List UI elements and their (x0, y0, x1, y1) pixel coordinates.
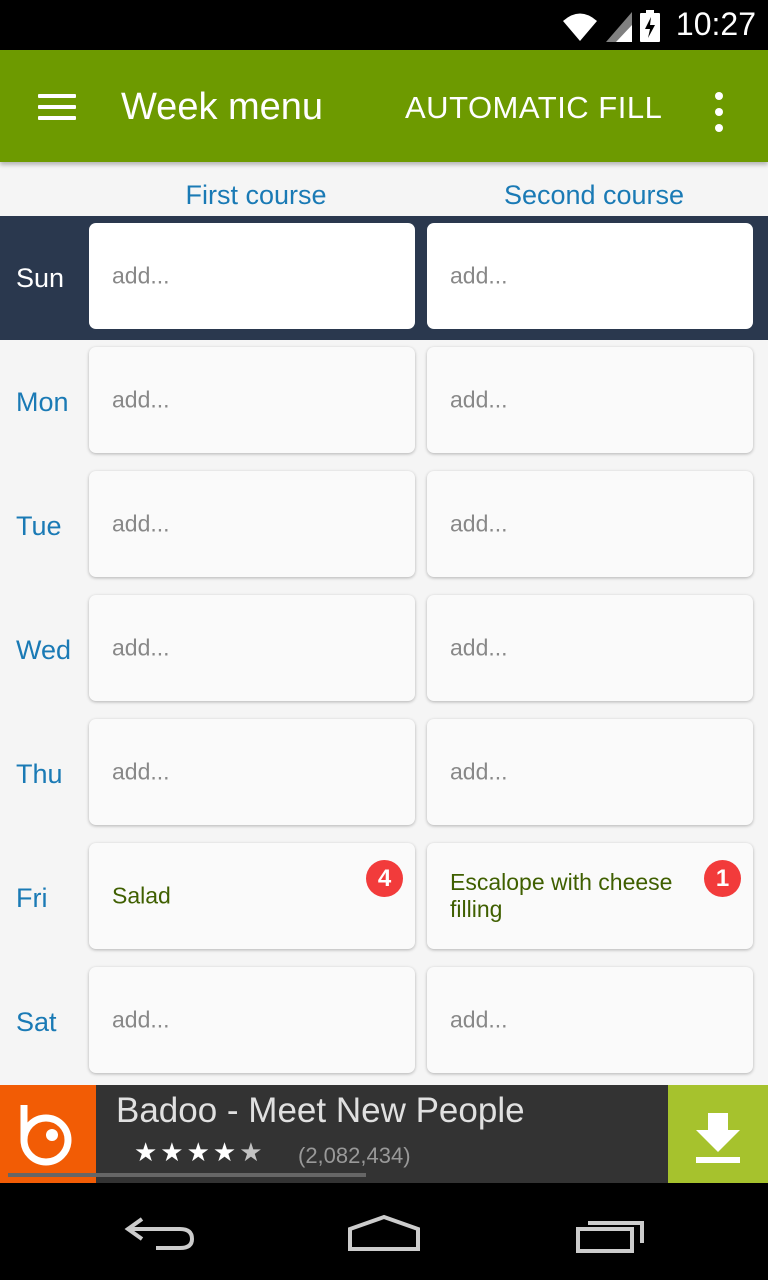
ad-title: Badoo - Meet New People (116, 1091, 525, 1130)
status-icons (562, 8, 660, 42)
second-course-cell[interactable]: add... (427, 595, 753, 701)
day-label: Sun (16, 263, 65, 293)
app-bar: Week menu AUTOMATIC FILL (0, 50, 768, 162)
menu-icon[interactable] (38, 94, 76, 120)
dish-count-badge: 1 (704, 860, 741, 897)
cell-placeholder: add... (112, 1006, 170, 1033)
day-row-mon: Mon add... add... (0, 340, 768, 464)
wifi-icon (563, 13, 597, 41)
rating-count: (2,082,434) (298, 1143, 411, 1168)
day-label: Tue (16, 511, 62, 541)
column-header-first-course: First course (185, 180, 327, 210)
status-bar: 10:27 (0, 0, 768, 50)
system-nav-bar (0, 1183, 768, 1280)
first-course-cell[interactable]: add... (89, 347, 415, 453)
second-course-cell[interactable]: add... (427, 967, 753, 1073)
first-course-cell[interactable]: add... (89, 595, 415, 701)
signal-icon (606, 12, 632, 42)
day-label: Sat (16, 1007, 57, 1037)
day-label: Fri (16, 883, 48, 913)
more-options-icon[interactable] (708, 88, 732, 136)
cell-placeholder: add... (112, 758, 170, 785)
first-course-cell[interactable]: Salad 4 (89, 843, 415, 949)
back-icon[interactable] (122, 1211, 196, 1253)
column-header-second-course: Second course (503, 180, 685, 210)
second-course-cell[interactable]: add... (427, 471, 753, 577)
status-time: 10:27 (675, 6, 756, 42)
first-course-cell[interactable]: add... (89, 223, 415, 329)
cell-placeholder: add... (450, 634, 508, 661)
cell-placeholder: add... (450, 262, 508, 289)
day-row-sun[interactable]: Sun add... add... (0, 216, 768, 340)
day-label: Thu (16, 759, 63, 789)
day-row-fri: Fri Salad 4 Escalope with cheese filling… (0, 836, 768, 960)
day-label: Wed (16, 635, 72, 665)
day-row-wed: Wed add... add... (0, 588, 768, 712)
cell-placeholder: add... (450, 1006, 508, 1033)
dish-name: Escalope with cheese filling (450, 869, 673, 922)
cell-placeholder: add... (112, 510, 170, 537)
page-title: Week menu (121, 86, 324, 128)
first-course-cell[interactable]: add... (89, 719, 415, 825)
cell-placeholder: add... (450, 386, 508, 413)
ad-banner[interactable]: Badoo - Meet New People ★★★★★ (2,082,434… (0, 1085, 768, 1183)
dish-count-badge: 4 (366, 860, 403, 897)
recent-apps-icon[interactable] (574, 1215, 646, 1255)
day-row-thu: Thu add... add... (0, 712, 768, 836)
cell-placeholder: add... (450, 510, 508, 537)
ad-progress-bar (8, 1173, 366, 1177)
badoo-logo-icon (0, 1085, 96, 1183)
battery-charging-icon (640, 10, 660, 42)
download-icon[interactable] (668, 1085, 768, 1183)
cell-placeholder: add... (112, 634, 170, 661)
cell-placeholder: add... (112, 386, 170, 413)
first-course-cell[interactable]: add... (89, 471, 415, 577)
day-row-sat: Sat add... add... (0, 960, 768, 1084)
second-course-cell[interactable]: add... (427, 223, 753, 329)
second-course-cell[interactable]: add... (427, 719, 753, 825)
automatic-fill-button[interactable]: AUTOMATIC FILL (405, 90, 662, 126)
day-row-tue: Tue add... add... (0, 464, 768, 588)
second-course-cell[interactable]: Escalope with cheese filling 1 (427, 843, 753, 949)
home-icon[interactable] (346, 1213, 422, 1253)
rating-stars-icon: ★★★★★ (134, 1137, 266, 1167)
second-course-cell[interactable]: add... (427, 347, 753, 453)
dish-name: Salad (112, 882, 171, 909)
cell-placeholder: add... (450, 758, 508, 785)
cell-placeholder: add... (112, 262, 170, 289)
day-label: Mon (16, 387, 69, 417)
first-course-cell[interactable]: add... (89, 967, 415, 1073)
